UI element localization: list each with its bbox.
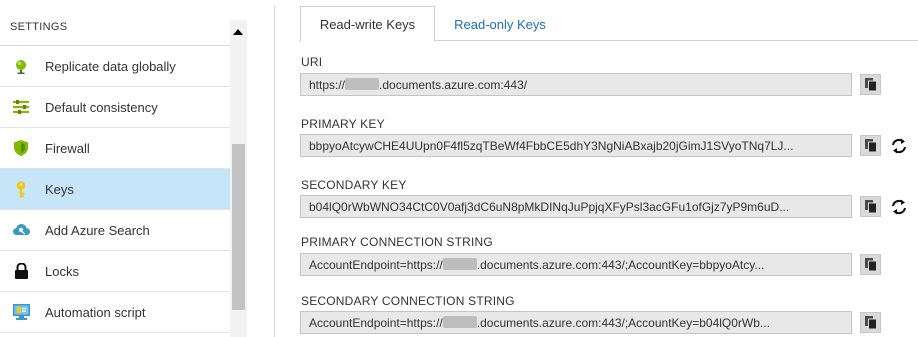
- regenerate-primary-key-button[interactable]: [888, 136, 910, 156]
- settings-pane: SETTINGS Replicate data globally Default…: [0, 0, 250, 337]
- automation-script-icon: [12, 303, 30, 321]
- settings-header: SETTINGS: [0, 0, 230, 46]
- copy-primary-key-button[interactable]: [860, 135, 881, 156]
- uri-label: URI: [301, 55, 323, 69]
- secondary-connection-string-label: SECONDARY CONNECTION STRING: [301, 294, 515, 308]
- primary-key-field[interactable]: bbpyoAtcywCHE4UUpn0F4fl5zqTBeWf4FbbCE5dh…: [300, 134, 852, 157]
- keys-tab-bar: Read-write Keys Read-only Keys: [300, 6, 918, 42]
- nav-item-label: Locks: [45, 263, 79, 279]
- secondary-connection-string-suffix: .documents.azure.com:443/;AccountKey=b04…: [476, 316, 770, 330]
- nav-item-label: Automation script: [45, 304, 146, 320]
- nav-item-default-consistency[interactable]: Default consistency: [0, 87, 230, 128]
- primary-key-label: PRIMARY KEY: [301, 117, 385, 131]
- copy-secondary-key-button[interactable]: [860, 196, 881, 217]
- settings-nav-list: Replicate data globally Default consiste…: [0, 46, 230, 333]
- copy-icon: [864, 78, 877, 91]
- redacted-account-name: [442, 258, 477, 270]
- secondary-key-label: SECONDARY KEY: [301, 178, 407, 192]
- settings-scrollbar[interactable]: [230, 20, 247, 337]
- globe-icon: [12, 57, 30, 75]
- lock-icon: [12, 262, 30, 280]
- tab-read-write-keys[interactable]: Read-write Keys: [300, 6, 435, 42]
- secondary-connection-string-prefix: AccountEndpoint=https://: [309, 316, 443, 330]
- refresh-icon: [892, 138, 906, 154]
- cloud-search-icon: [12, 221, 30, 239]
- nav-item-firewall[interactable]: Firewall: [0, 128, 230, 169]
- uri-value-prefix: https://: [309, 78, 346, 92]
- key-icon: [12, 180, 30, 198]
- nav-item-automation-script[interactable]: Automation script: [0, 292, 230, 333]
- pane-divider: [274, 6, 275, 337]
- nav-item-label: Replicate data globally: [45, 58, 176, 74]
- nav-item-add-azure-search[interactable]: Add Azure Search: [0, 210, 230, 251]
- copy-icon: [864, 200, 877, 213]
- consistency-bars-icon: [12, 98, 30, 116]
- shield-icon: [12, 139, 30, 157]
- refresh-icon: [892, 199, 906, 215]
- redacted-account-name: [345, 78, 380, 90]
- nav-item-replicate-data-globally[interactable]: Replicate data globally: [0, 46, 230, 87]
- primary-connection-string-label: PRIMARY CONNECTION STRING: [301, 235, 493, 249]
- secondary-connection-string-field[interactable]: AccountEndpoint=https:// .documents.azure…: [300, 311, 852, 334]
- nav-item-keys[interactable]: Keys: [0, 169, 230, 210]
- copy-icon: [864, 139, 877, 152]
- uri-field[interactable]: https:// .documents.azure.com:443/: [300, 73, 852, 96]
- copy-icon: [864, 258, 877, 271]
- nav-item-label: Default consistency: [45, 99, 158, 115]
- copy-primary-connection-string-button[interactable]: [860, 254, 881, 275]
- uri-value-suffix: .documents.azure.com:443/: [379, 78, 528, 92]
- regenerate-secondary-key-button[interactable]: [888, 197, 910, 217]
- tab-read-only-keys[interactable]: Read-only Keys: [435, 6, 565, 42]
- nav-item-label: Keys: [45, 181, 74, 197]
- secondary-key-field[interactable]: b04lQ0rWbWNO34CtC0V0afj3dC6uN8pMkDINqJuP…: [300, 195, 852, 218]
- primary-connection-string-prefix: AccountEndpoint=https://: [309, 258, 443, 272]
- redacted-account-name: [442, 316, 477, 328]
- primary-connection-string-suffix: .documents.azure.com:443/;AccountKey=bbp…: [476, 258, 765, 272]
- primary-connection-string-field[interactable]: AccountEndpoint=https:// .documents.azure…: [300, 253, 852, 276]
- copy-icon: [864, 316, 877, 329]
- nav-item-locks[interactable]: Locks: [0, 251, 230, 292]
- copy-secondary-connection-string-button[interactable]: [860, 312, 881, 333]
- nav-item-label: Add Azure Search: [45, 222, 150, 238]
- copy-uri-button[interactable]: [860, 74, 881, 95]
- scrollbar-thumb[interactable]: [232, 144, 245, 310]
- scroll-up-arrow-icon[interactable]: [233, 29, 243, 35]
- nav-item-label: Firewall: [45, 140, 90, 156]
